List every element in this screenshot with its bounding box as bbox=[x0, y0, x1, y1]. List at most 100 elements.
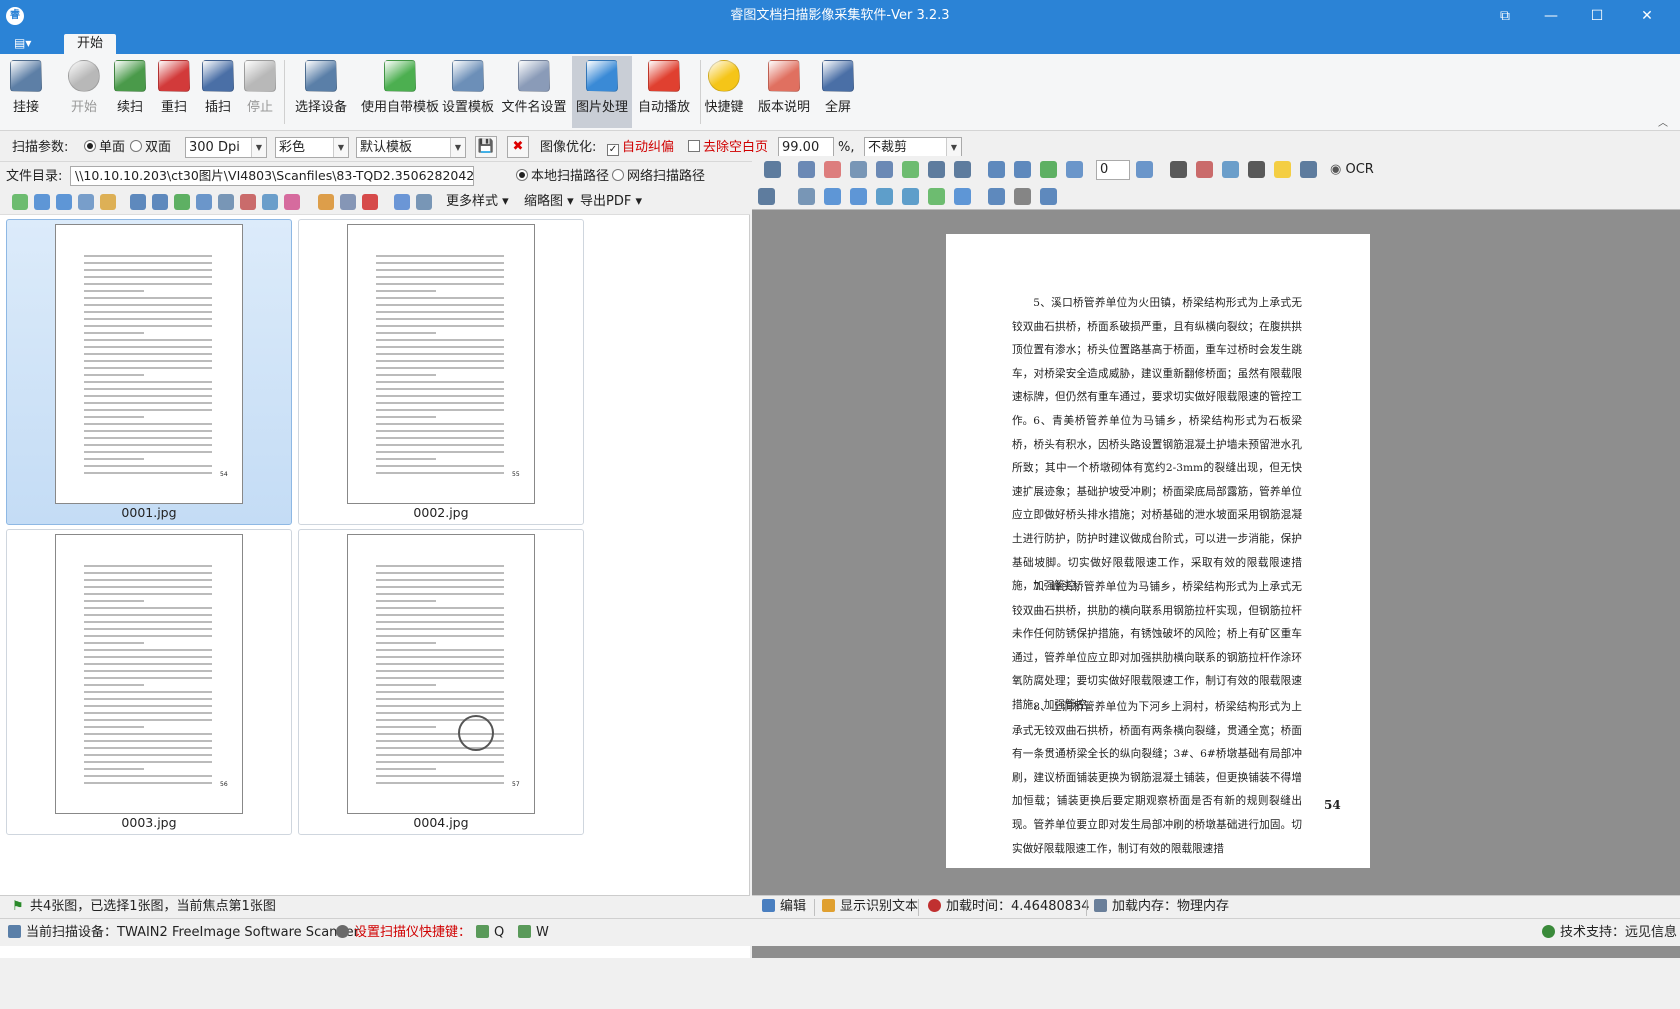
pan-icon[interactable] bbox=[876, 188, 893, 205]
restore-icon[interactable]: ⧉ bbox=[1482, 0, 1528, 32]
thumbnail-item[interactable]: 56 0003.jpg bbox=[6, 529, 292, 835]
image-processing-button[interactable]: 图片处理 bbox=[572, 56, 632, 128]
import-icon[interactable] bbox=[318, 194, 334, 210]
grid-view-icon[interactable] bbox=[394, 194, 410, 210]
fit-screen-icon[interactable] bbox=[954, 188, 971, 205]
settings-icon[interactable] bbox=[1014, 188, 1031, 205]
more-styles-dropdown[interactable]: 更多样式 ▾ bbox=[446, 193, 509, 211]
auto-deskew-checkbox[interactable]: ✓ 自动纠偏 bbox=[607, 137, 674, 158]
use-builtin-template-button[interactable]: 使用自带模板 bbox=[356, 56, 444, 128]
tab-start[interactable]: 开始 bbox=[64, 34, 116, 54]
text-line bbox=[84, 768, 144, 770]
hook-scan-button[interactable]: 挂接 bbox=[6, 56, 46, 128]
network-path-radio[interactable]: 网络扫描路径 bbox=[612, 166, 705, 187]
dpi-select[interactable]: 300 Dpi ▼ bbox=[185, 137, 267, 158]
app-menu-icon[interactable]: ▤▾ bbox=[14, 34, 50, 52]
rescan-button[interactable]: 重扫 bbox=[152, 56, 196, 128]
contrast-icon[interactable] bbox=[1248, 161, 1265, 178]
rotate-icon[interactable] bbox=[1066, 161, 1083, 178]
color-mode-select[interactable]: 彩色 ▼ bbox=[275, 137, 349, 158]
lightbulb-icon[interactable] bbox=[1274, 161, 1291, 178]
save-template-button[interactable]: 💾 bbox=[475, 136, 497, 158]
new-page-icon[interactable] bbox=[12, 194, 28, 210]
page-input[interactable]: 0 bbox=[1096, 160, 1130, 180]
thumbnail-item[interactable]: 54 0001.jpg bbox=[6, 219, 292, 525]
edit-button[interactable]: 编辑 bbox=[762, 896, 806, 918]
zoom-out-icon[interactable] bbox=[850, 188, 867, 205]
stop-button[interactable]: 停止 bbox=[240, 56, 280, 128]
list-view-icon[interactable] bbox=[416, 194, 432, 210]
chevron-down-icon: ▼ bbox=[450, 138, 465, 157]
collapse-ribbon-icon[interactable]: ︿ bbox=[1658, 114, 1668, 129]
paint-icon[interactable] bbox=[284, 194, 300, 210]
insert-scan-button[interactable]: 插扫 bbox=[196, 56, 240, 128]
crop-icon[interactable] bbox=[218, 194, 234, 210]
filename-settings-button[interactable]: 文件名设置 bbox=[500, 56, 568, 128]
eraser-icon[interactable] bbox=[824, 161, 841, 178]
undo-icon[interactable] bbox=[988, 161, 1005, 178]
auto-play-button[interactable]: 自动播放 bbox=[636, 56, 692, 128]
select-device-button[interactable]: 选择设备 bbox=[292, 56, 350, 128]
thumbnail-dropdown[interactable]: 缩略图 ▾ bbox=[524, 193, 574, 211]
flip-icon[interactable] bbox=[240, 194, 256, 210]
save-icon[interactable] bbox=[764, 161, 781, 178]
line-icon[interactable] bbox=[876, 161, 893, 178]
stamp-icon[interactable] bbox=[902, 161, 919, 178]
version-info-button[interactable]: 版本说明 bbox=[754, 56, 814, 128]
panel-icon[interactable] bbox=[1170, 161, 1187, 178]
set-hotkey-link[interactable]: 设置扫描仪快捷键： bbox=[336, 919, 471, 946]
ribbon-label: 快捷键 bbox=[704, 100, 744, 115]
color-icon[interactable] bbox=[1196, 161, 1213, 178]
fullscreen-button[interactable]: 全屏 bbox=[816, 56, 860, 128]
rotate-icon[interactable] bbox=[196, 194, 212, 210]
start-button[interactable]: 开始 bbox=[64, 56, 104, 128]
local-path-radio[interactable]: 本地扫描路径 bbox=[516, 166, 609, 187]
refresh-icon[interactable] bbox=[174, 194, 190, 210]
export-pdf-dropdown[interactable]: 导出PDF ▾ bbox=[580, 193, 642, 211]
adjust-icon[interactable] bbox=[262, 194, 278, 210]
actual-size-icon[interactable] bbox=[798, 188, 815, 205]
crop-select[interactable]: 不裁剪 ▼ bbox=[864, 137, 962, 158]
maximize-icon[interactable]: ☐ bbox=[1574, 0, 1620, 32]
goto-page-icon[interactable] bbox=[1136, 161, 1153, 178]
redo-icon[interactable] bbox=[152, 194, 168, 210]
delete-template-button[interactable]: ✖ bbox=[507, 136, 529, 158]
ocr-button[interactable]: ◉ OCR bbox=[1330, 161, 1374, 179]
continue-scan-button[interactable]: 续扫 bbox=[108, 56, 152, 128]
file-dir-input[interactable]: \\10.10.10.203\ct30图片\VI4803\Scanfiles\8… bbox=[70, 166, 474, 186]
remove-blank-checkbox[interactable]: 去除空白页 bbox=[688, 137, 768, 158]
shortcut-button[interactable]: 快捷键 bbox=[700, 56, 748, 128]
zoom-in-icon[interactable] bbox=[824, 188, 841, 205]
refresh-icon[interactable] bbox=[1040, 161, 1057, 178]
image-icon[interactable] bbox=[928, 188, 945, 205]
minimize-icon[interactable]: — bbox=[1528, 0, 1574, 32]
fit-icon[interactable] bbox=[928, 161, 945, 178]
remove-icon[interactable] bbox=[56, 194, 72, 210]
info-icon[interactable] bbox=[988, 188, 1005, 205]
thumbnail-item[interactable]: 55 0002.jpg bbox=[298, 219, 584, 525]
copy-icon[interactable] bbox=[78, 194, 94, 210]
double-side-radio[interactable]: 双面 bbox=[130, 137, 171, 158]
show-ocr-button[interactable]: 显示识别文本 bbox=[822, 896, 918, 918]
delete-icon[interactable] bbox=[362, 194, 378, 210]
folder-icon[interactable] bbox=[100, 194, 116, 210]
close-image-icon[interactable] bbox=[1300, 161, 1317, 178]
threshold-input[interactable]: 99.00 bbox=[778, 137, 834, 158]
edit-icon[interactable] bbox=[340, 194, 356, 210]
select-icon[interactable] bbox=[850, 161, 867, 178]
cut-icon[interactable] bbox=[798, 161, 815, 178]
redo-icon[interactable] bbox=[1014, 161, 1031, 178]
print-icon[interactable] bbox=[758, 188, 775, 205]
undo-icon[interactable] bbox=[130, 194, 146, 210]
single-side-radio[interactable]: 单面 bbox=[84, 137, 125, 158]
thumbnail-item[interactable]: 57 0004.jpg bbox=[298, 529, 584, 835]
close-icon[interactable]: ✕ bbox=[1624, 0, 1670, 32]
calendar-icon bbox=[768, 60, 800, 92]
set-template-button[interactable]: 设置模板 bbox=[440, 56, 496, 128]
selection-icon[interactable] bbox=[1040, 188, 1057, 205]
brush-icon[interactable] bbox=[1222, 161, 1239, 178]
fit-page-icon[interactable] bbox=[954, 161, 971, 178]
template-select[interactable]: 默认模板 ▼ bbox=[356, 137, 466, 158]
add-icon[interactable] bbox=[34, 194, 50, 210]
fit-width-icon[interactable] bbox=[902, 188, 919, 205]
